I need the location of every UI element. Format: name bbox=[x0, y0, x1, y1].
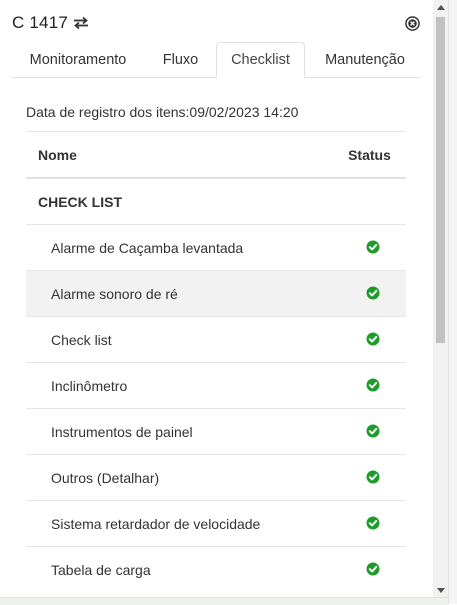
table-row: Alarme de Caçamba levantada bbox=[26, 224, 406, 270]
item-name: Sistema retardador de velocidade bbox=[51, 515, 261, 532]
item-name: Tabela de carga bbox=[51, 561, 151, 578]
table-row: Sistema retardador de velocidade bbox=[26, 500, 406, 546]
item-name: Inclinômetro bbox=[51, 377, 128, 394]
check-circle-icon bbox=[366, 470, 380, 484]
table-row: Outros (Detalhar) bbox=[26, 454, 406, 500]
panel-header: C 1417 bbox=[12, 12, 89, 34]
group-label: CHECK LIST bbox=[38, 193, 122, 210]
check-circle-icon bbox=[366, 562, 380, 576]
item-name: Alarme sonoro de ré bbox=[51, 285, 178, 302]
item-name: Check list bbox=[51, 331, 112, 348]
tab-manutencao[interactable]: Manutenção bbox=[310, 42, 420, 77]
swap-arrows-icon[interactable] bbox=[73, 16, 89, 30]
check-circle-icon bbox=[366, 286, 380, 300]
table-row: Check list bbox=[26, 316, 406, 362]
tab-bar: Monitoramento Fluxo Checklist Manutenção bbox=[12, 42, 420, 78]
vertical-scrollbar[interactable] bbox=[433, 0, 448, 597]
tab-fluxo[interactable]: Fluxo bbox=[144, 42, 217, 77]
scroll-up-arrow-icon[interactable] bbox=[433, 0, 448, 14]
checklist-table: Nome Status CHECK LIST Alarme de Caçamba… bbox=[26, 131, 406, 592]
scrollbar-thumb[interactable] bbox=[436, 17, 445, 343]
page-scroll-track bbox=[448, 0, 457, 604]
tab-checklist[interactable]: Checklist bbox=[216, 42, 305, 78]
checklist-panel: C 1417 Monitoramento Fluxo Checklist Man… bbox=[0, 0, 433, 604]
table-row: Inclinômetro bbox=[26, 362, 406, 408]
check-circle-icon bbox=[366, 424, 380, 438]
check-circle-icon bbox=[366, 332, 380, 346]
table-header: Nome Status bbox=[26, 131, 406, 178]
table-row: Alarme sonoro de ré bbox=[26, 270, 406, 316]
table-row: Tabela de carga bbox=[26, 546, 406, 592]
column-header-status: Status bbox=[348, 146, 391, 163]
close-circle-icon[interactable] bbox=[404, 15, 420, 31]
vehicle-title: C 1417 bbox=[12, 13, 69, 32]
registration-date: Data de registro dos itens:09/02/2023 14… bbox=[26, 104, 299, 120]
check-circle-icon bbox=[366, 240, 380, 254]
item-name: Outros (Detalhar) bbox=[51, 469, 160, 486]
column-header-name: Nome bbox=[38, 146, 77, 163]
group-row: CHECK LIST bbox=[26, 178, 406, 224]
item-name: Alarme de Caçamba levantada bbox=[51, 239, 244, 256]
item-name: Instrumentos de painel bbox=[51, 423, 193, 440]
check-circle-icon bbox=[366, 516, 380, 530]
tab-monitoramento[interactable]: Monitoramento bbox=[12, 42, 144, 77]
scroll-down-arrow-icon[interactable] bbox=[433, 583, 448, 597]
check-circle-icon bbox=[366, 378, 380, 392]
table-row: Instrumentos de painel bbox=[26, 408, 406, 454]
